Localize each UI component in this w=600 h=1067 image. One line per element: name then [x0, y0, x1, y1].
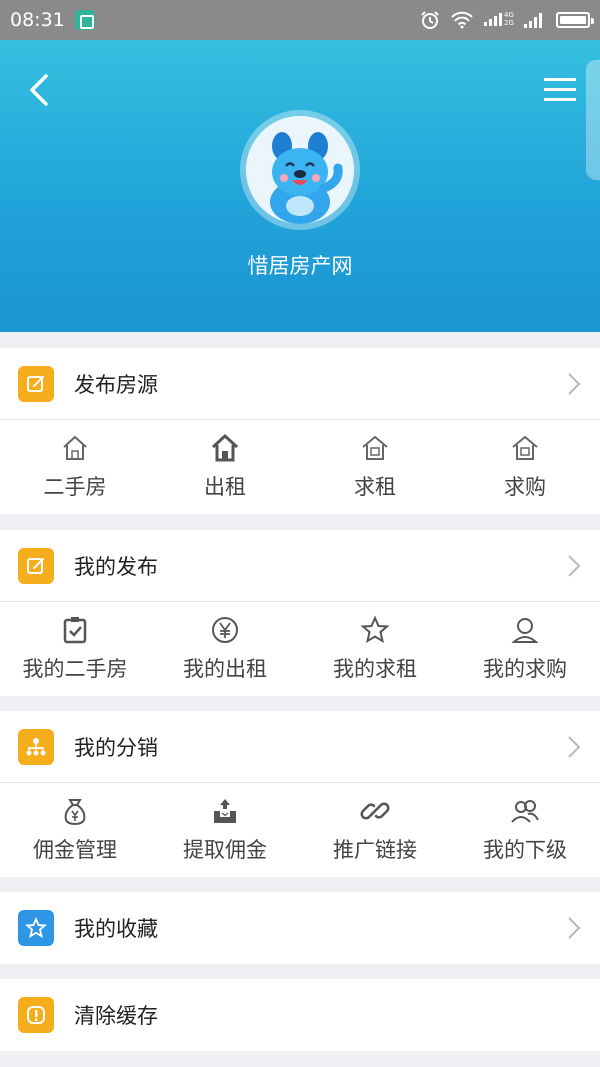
favorites-section: 我的收藏: [0, 892, 600, 964]
publish-seek-rent-button[interactable]: 求租: [300, 420, 450, 514]
cell-label: 二手房: [43, 475, 107, 499]
people-icon: [511, 800, 539, 823]
svg-text:4G: 4G: [504, 11, 514, 19]
cell-label: 我的求购: [483, 657, 567, 681]
publish-second-hand-button[interactable]: 二手房: [0, 420, 150, 514]
my-posts-row[interactable]: 我的发布: [0, 530, 600, 602]
my-rent-button[interactable]: 我的出租: [150, 602, 300, 696]
chevron-right-icon: [568, 372, 581, 395]
status-time: 08:31: [10, 9, 65, 31]
star-icon: [360, 615, 390, 644]
chevron-right-icon: [568, 554, 581, 577]
yen-circle-icon: [212, 617, 238, 643]
signal-2g-icon: [524, 13, 542, 28]
distribution-title: 我的分销: [74, 735, 158, 760]
alert-icon: [18, 997, 54, 1033]
favorites-row[interactable]: 我的收藏: [0, 892, 600, 964]
chevron-right-icon: [568, 735, 581, 758]
cell-label: 佣金管理: [33, 838, 117, 862]
house-icon: [512, 435, 538, 460]
my-subordinates-button[interactable]: 我的下级: [450, 783, 600, 877]
house-icon: [362, 435, 388, 460]
blue-cartoon-dog-avatar-icon: [246, 116, 354, 224]
alarm-icon: [421, 11, 439, 29]
menu-button[interactable]: [540, 72, 580, 108]
cell-label: 推广链接: [333, 838, 417, 862]
my-second-hand-button[interactable]: 我的二手房: [0, 602, 150, 696]
favorites-title: 我的收藏: [74, 917, 158, 941]
cell-label: 求购: [504, 475, 546, 499]
distribution-section: 我的分销 佣金管理 提取佣金 推广链接 我的下级: [0, 711, 600, 877]
cell-label: 我的出租: [183, 657, 267, 681]
avatar: [246, 116, 354, 224]
battery-icon: [556, 12, 594, 28]
cell-label: 我的下级: [483, 838, 567, 862]
publish-grid: 二手房 出租 求租 求购: [0, 420, 600, 514]
distribution-grid: 佣金管理 提取佣金 推广链接 我的下级: [0, 783, 600, 877]
profile-header: 惜居房产网: [0, 40, 600, 332]
commission-management-button[interactable]: 佣金管理: [0, 783, 150, 877]
back-button[interactable]: [20, 70, 60, 110]
my-posts-title: 我的发布: [74, 554, 158, 579]
house-icon: [211, 433, 239, 462]
cell-label: 求租: [354, 475, 396, 499]
clear-cache-title: 清除缓存: [74, 1004, 158, 1028]
back-arrow-icon: [30, 74, 48, 106]
clear-cache-section: 清除缓存: [0, 979, 600, 1051]
cell-label: 提取佣金: [183, 838, 267, 862]
wifi-icon: [451, 11, 473, 29]
chevron-right-icon: [568, 917, 581, 939]
money-bag-icon: [64, 799, 86, 826]
cell-label: 出租: [204, 475, 246, 499]
my-seek-rent-button[interactable]: 我的求租: [300, 602, 450, 696]
my-seek-buy-button[interactable]: 我的求购: [450, 602, 600, 696]
cell-label: 我的二手房: [22, 657, 128, 681]
publish-listing-title: 发布房源: [74, 372, 158, 397]
publish-listing-row[interactable]: 发布房源: [0, 348, 600, 420]
promotion-link-button[interactable]: 推广链接: [300, 783, 450, 877]
edit-icon: [18, 547, 54, 584]
status-bar: 08:31 4G 2G: [0, 0, 600, 40]
avatar-frame[interactable]: [240, 110, 360, 230]
edit-icon: [18, 365, 54, 402]
star-icon: [18, 910, 54, 946]
clipboard-check-icon: [63, 617, 87, 644]
screenshot-app-icon: [74, 10, 95, 30]
withdraw-icon: [214, 799, 236, 823]
org-tree-icon: [18, 728, 54, 765]
cell-label: 我的求租: [333, 657, 417, 681]
link-icon: [360, 802, 390, 820]
distribution-row[interactable]: 我的分销: [0, 711, 600, 783]
house-outline-icon: [63, 435, 87, 460]
signal-4g-icon: 4G 2G: [484, 9, 514, 31]
hamburger-menu-icon: [544, 78, 576, 101]
clear-cache-row[interactable]: 清除缓存: [0, 979, 600, 1051]
person-icon: [511, 618, 539, 643]
side-scroll-handle: [586, 60, 600, 180]
publish-seek-buy-button[interactable]: 求购: [450, 420, 600, 514]
my-posts-grid: 我的二手房 我的出租 我的求租 我的求购: [0, 602, 600, 696]
withdraw-commission-button[interactable]: 提取佣金: [150, 783, 300, 877]
site-name: 惜居房产网: [247, 254, 353, 278]
my-posts-section: 我的发布 我的二手房 我的出租 我的求租 我的求购: [0, 530, 600, 696]
svg-text:2G: 2G: [504, 19, 514, 27]
publish-section: 发布房源 二手房 出租 求租 求购: [0, 348, 600, 514]
publish-rent-button[interactable]: 出租: [150, 420, 300, 514]
